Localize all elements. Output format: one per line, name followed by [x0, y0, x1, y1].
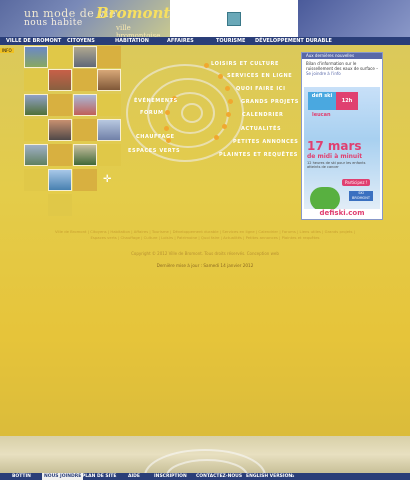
mosaic-tile	[97, 144, 121, 166]
menu-calendrier[interactable]: Calendrier	[242, 112, 283, 118]
defi-ski-ad[interactable]: défi ski 12h leucan 17 mars de midi à mi…	[304, 87, 380, 217]
tagline-line2: nous habite	[24, 18, 83, 28]
nav-tourisme[interactable]: Tourisme	[216, 37, 245, 45]
nav-bottin[interactable]: Bottin	[12, 473, 31, 480]
ad-footer-url[interactable]: defiski.com	[304, 209, 380, 217]
news-text[interactable]: Bilan d'information sur le ruissellement…	[306, 61, 375, 71]
header-banner-left: un mode de vie nous habite Bromont ville…	[0, 0, 170, 40]
nav-nous-joindre[interactable]: Nous joindre	[42, 473, 84, 480]
footer-links[interactable]: Ville de Bromont | Citoyens | Habitation…	[50, 229, 360, 241]
last-updated: Dernière mise à jour : Samedi 14 janvier…	[156, 263, 254, 268]
photo-lake[interactable]	[48, 169, 72, 191]
menu-forum[interactable]: Forum	[140, 110, 164, 116]
news-ad-panel: Aux dernières nouvelles Bilan d'informat…	[301, 52, 383, 220]
mosaic-tile	[48, 194, 72, 216]
nav-plan-de-site[interactable]: Plan de site	[82, 473, 116, 480]
nav-citoyens[interactable]: Citoyens	[67, 37, 95, 45]
menu-grands-projets[interactable]: Grands projets	[241, 99, 299, 105]
leucan-logo: leucan	[312, 112, 331, 118]
mosaic-tile	[48, 46, 72, 68]
menu-dot	[228, 99, 233, 104]
menu-petites-annonces[interactable]: Petites annonces	[233, 139, 298, 145]
nav-habitation[interactable]: Habitation	[115, 37, 149, 45]
menu-dot	[226, 112, 231, 117]
ski-bromont-logo: SKI BROMONT	[349, 191, 373, 201]
mosaic-tile	[73, 169, 97, 191]
mosaic-tile	[73, 69, 97, 91]
photo-skiing[interactable]	[97, 119, 121, 141]
mosaic-tile	[24, 169, 48, 191]
defi-ski-logo: défi ski	[308, 92, 336, 110]
menu-dot	[164, 126, 169, 131]
participate-button[interactable]: Participez !	[342, 179, 371, 186]
photo-interior[interactable]	[97, 69, 121, 91]
mosaic-tile	[97, 94, 121, 116]
mascot-icon	[310, 187, 340, 211]
menu-dot	[225, 86, 230, 91]
menu-dot	[218, 74, 223, 79]
mosaic-tile	[24, 119, 48, 141]
puzzle-icon[interactable]	[227, 12, 241, 26]
mosaic-tile	[48, 144, 72, 166]
photo-building[interactable]	[48, 69, 72, 91]
menu-dot	[214, 135, 219, 140]
nav-ville-de-bromont[interactable]: Ville de Bromont	[6, 37, 61, 45]
photo-people[interactable]	[48, 119, 72, 141]
menu-quoi-faire[interactable]: Quoi faire ici	[236, 86, 286, 92]
photo-house[interactable]	[73, 94, 97, 116]
top-navigation: Ville de Bromont Citoyens Habitation Aff…	[0, 37, 410, 45]
photo-cyclist[interactable]	[73, 144, 97, 166]
move-cursor-icon: ✛	[103, 174, 112, 185]
12h-logo: 12h	[336, 92, 358, 110]
ad-description: 12 heures de ski pour les enfants attein…	[307, 161, 366, 169]
copyright: Copyright © 2012 Ville de Bromont. Tous …	[131, 251, 279, 256]
nav-developpement-durable[interactable]: Développement durable	[255, 37, 332, 45]
nav-inscription[interactable]: Inscription	[154, 473, 187, 480]
ad-date: 17 mars	[307, 139, 362, 153]
menu-plaintes-requetes[interactable]: Plaintes et requêtes	[219, 152, 298, 158]
menu-services-en-ligne[interactable]: Services en ligne	[227, 73, 292, 79]
photo-landscape[interactable]	[24, 144, 48, 166]
mosaic-tile	[73, 119, 97, 141]
menu-dot	[222, 124, 227, 129]
mosaic-tile	[24, 69, 48, 91]
header-banner-right	[298, 0, 410, 37]
brand-logo[interactable]: Bromont	[96, 4, 170, 22]
photo-golf[interactable]	[24, 94, 48, 116]
nav-contactez-nous[interactable]: Contactez-nous	[196, 473, 242, 480]
menu-loisirs-culture[interactable]: Loisirs et culture	[211, 61, 279, 67]
photo-sign[interactable]	[73, 46, 97, 68]
spiral-graphic-bottom	[144, 449, 266, 473]
header-white-panel	[170, 0, 298, 37]
news-header: Aux dernières nouvelles	[302, 53, 382, 59]
bottom-banner	[0, 436, 410, 473]
nav-english-version[interactable]: English version	[246, 473, 292, 480]
info-tag[interactable]: INFO	[0, 48, 14, 53]
menu-dot	[165, 110, 170, 115]
ad-subtitle: de midi à minuit	[307, 153, 363, 160]
menu-dot	[204, 63, 209, 68]
menu-evenements[interactable]: Événements	[134, 98, 178, 104]
menu-actualites[interactable]: Actualités	[241, 126, 281, 132]
home-icon[interactable]: ⌂	[291, 473, 294, 480]
nav-aide[interactable]: Aide	[128, 473, 140, 480]
menu-chauffage[interactable]: Chauffage	[136, 134, 175, 140]
bottom-navigation: Bottin Nous joindre Plan de site Aide In…	[0, 473, 410, 480]
nav-affaires[interactable]: Affaires	[167, 37, 194, 45]
mosaic-tile	[97, 46, 121, 68]
news-item[interactable]: Bilan d'information sur le ruissellement…	[306, 61, 380, 76]
mosaic-tile	[48, 94, 72, 116]
news-link[interactable]: Se joindre à l'info	[306, 71, 341, 76]
photo-mountain[interactable]	[24, 46, 48, 68]
header: un mode de vie nous habite Bromont ville…	[0, 0, 410, 40]
menu-espaces-verts[interactable]: Espaces verts	[128, 148, 180, 154]
